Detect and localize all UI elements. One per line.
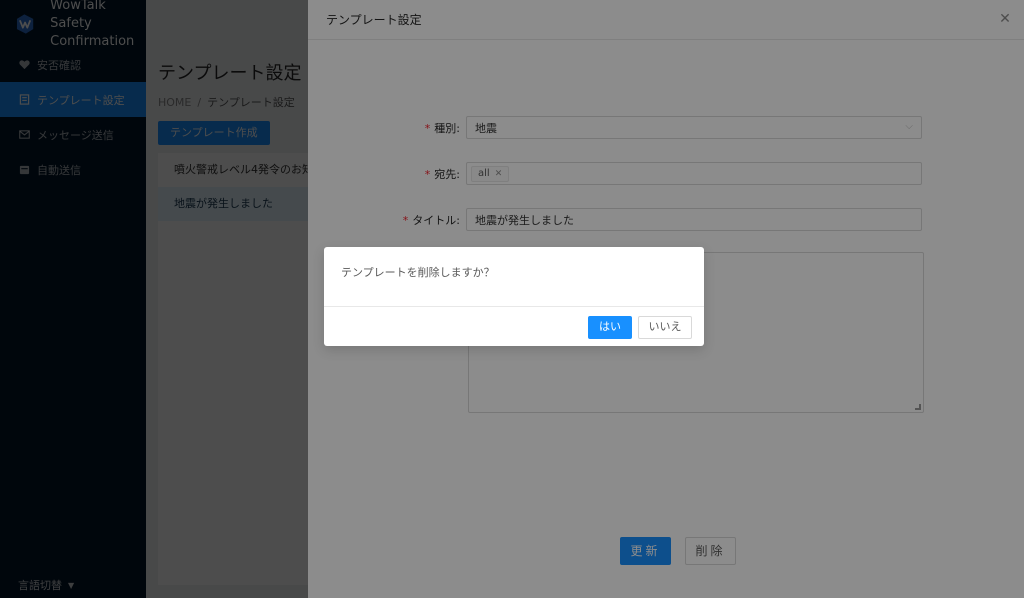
- dialog-message: テンプレートを削除しますか？: [324, 247, 704, 307]
- confirm-dialog: テンプレートを削除しますか？ はい いいえ: [324, 247, 704, 346]
- yes-button[interactable]: はい: [588, 316, 632, 339]
- no-button[interactable]: いいえ: [638, 316, 692, 339]
- dialog-footer: はい いいえ: [324, 307, 704, 346]
